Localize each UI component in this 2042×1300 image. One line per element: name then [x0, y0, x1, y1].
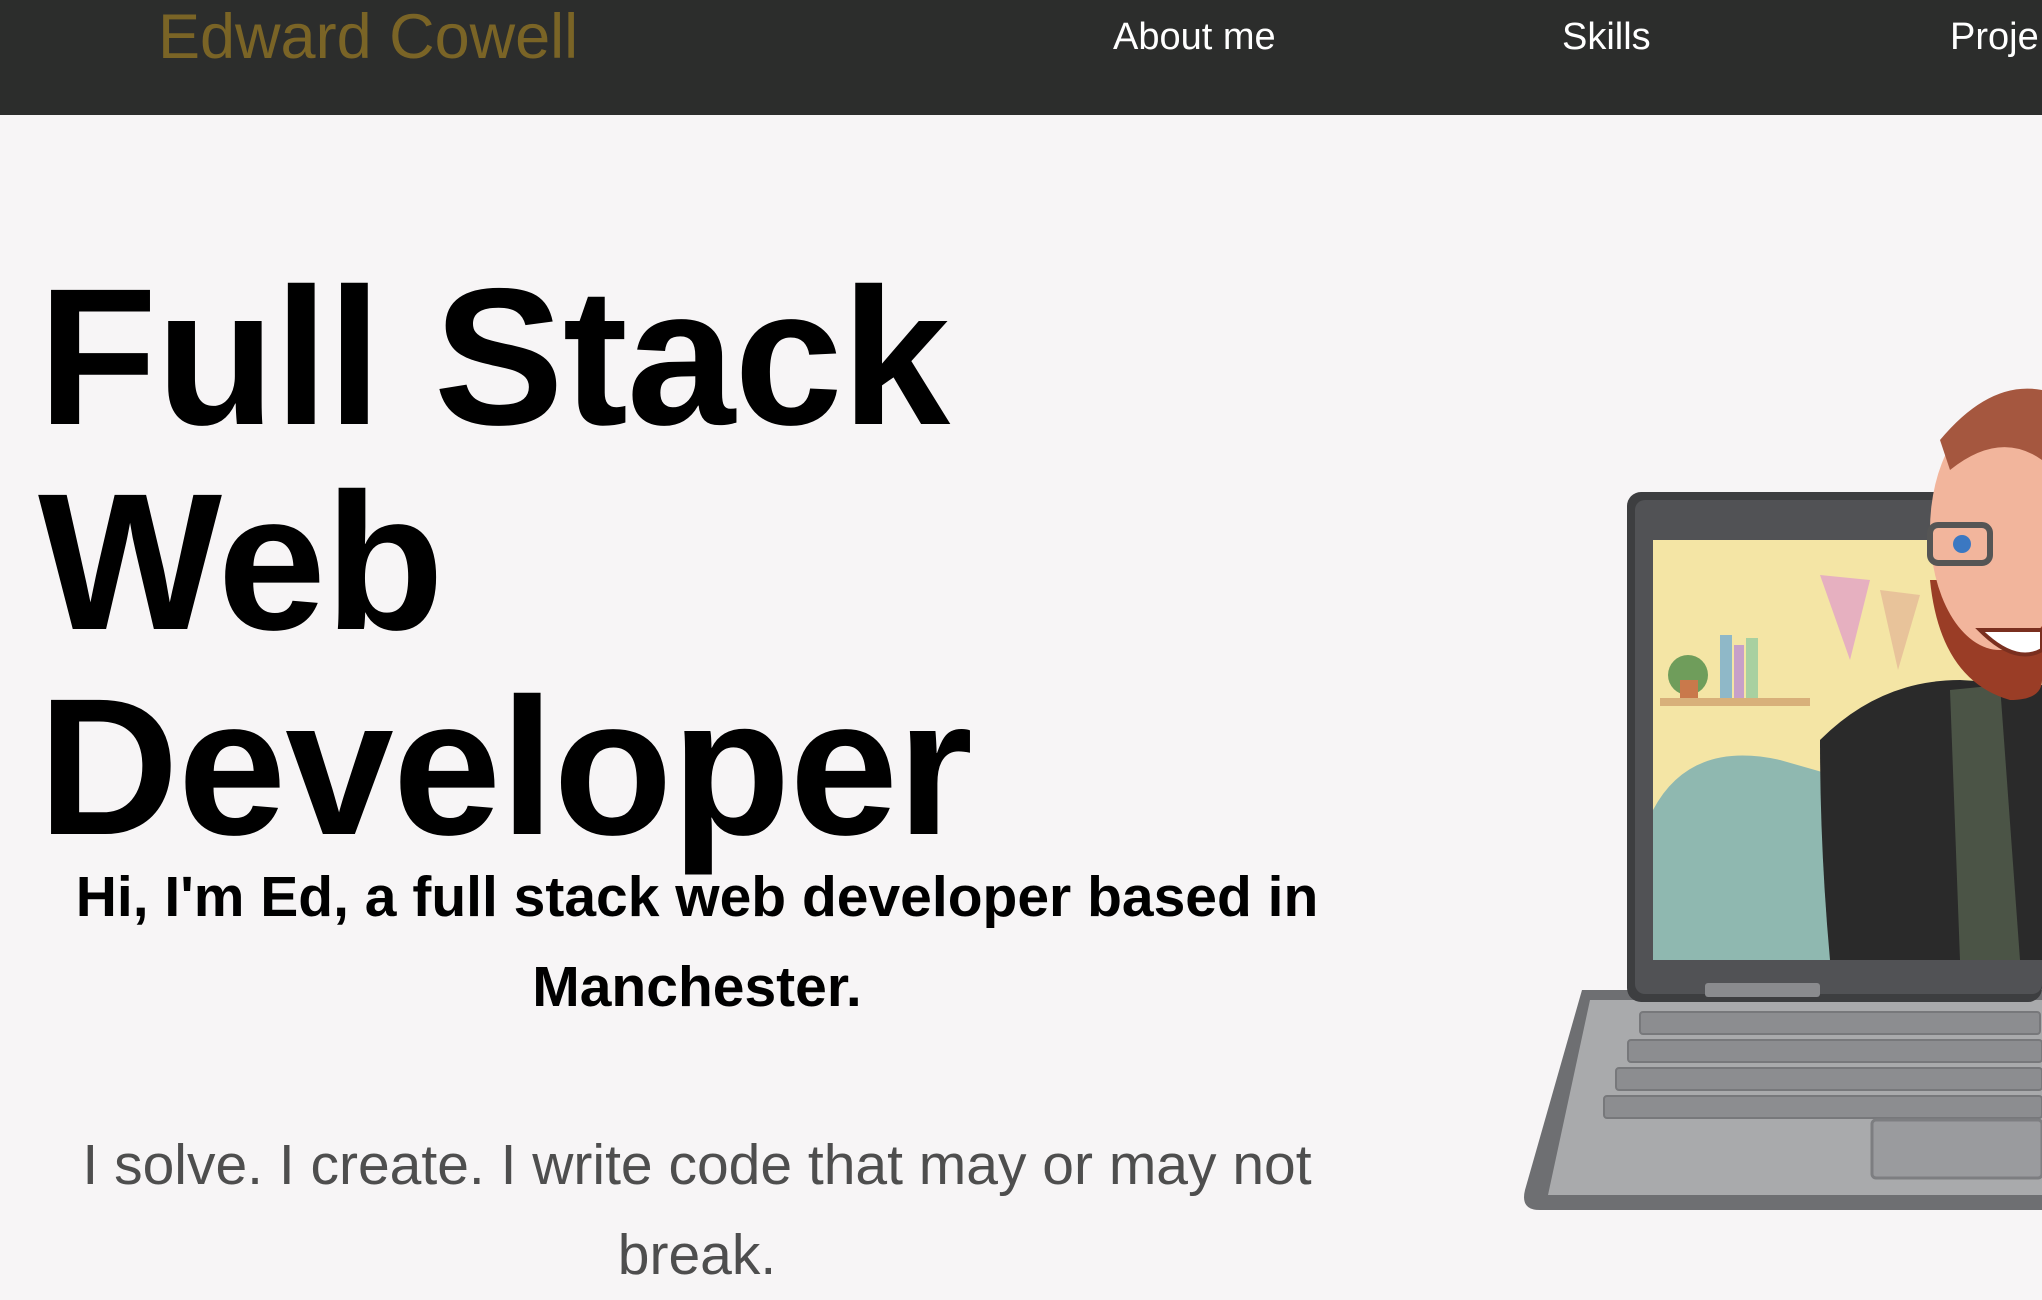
avatar-laptop-illustration — [1524, 388, 2042, 1210]
hero-title: Full Stack Web Developer — [38, 248, 973, 876]
nav-link-projects[interactable]: Proje — [1950, 14, 2039, 60]
laptop-trackpad — [1870, 1118, 2042, 1180]
nav-link-about-me[interactable]: About me — [1113, 14, 1276, 60]
navbar: Edward Cowell About me Skills Proje — [0, 0, 2042, 115]
avatar-eye — [1953, 535, 1971, 553]
screen-books — [1720, 635, 1732, 698]
screen-shelf — [1660, 698, 1810, 706]
hero-tagline: I solve. I create. I write code that may… — [82, 1133, 1312, 1287]
hero-intro: Hi, I'm Ed, a full stack web developer b… — [75, 865, 1319, 1019]
brand-logo-link[interactable]: Edward Cowell — [158, 0, 578, 75]
nav-link-skills[interactable]: Skills — [1562, 14, 1651, 60]
laptop-hinge — [1705, 983, 1820, 997]
